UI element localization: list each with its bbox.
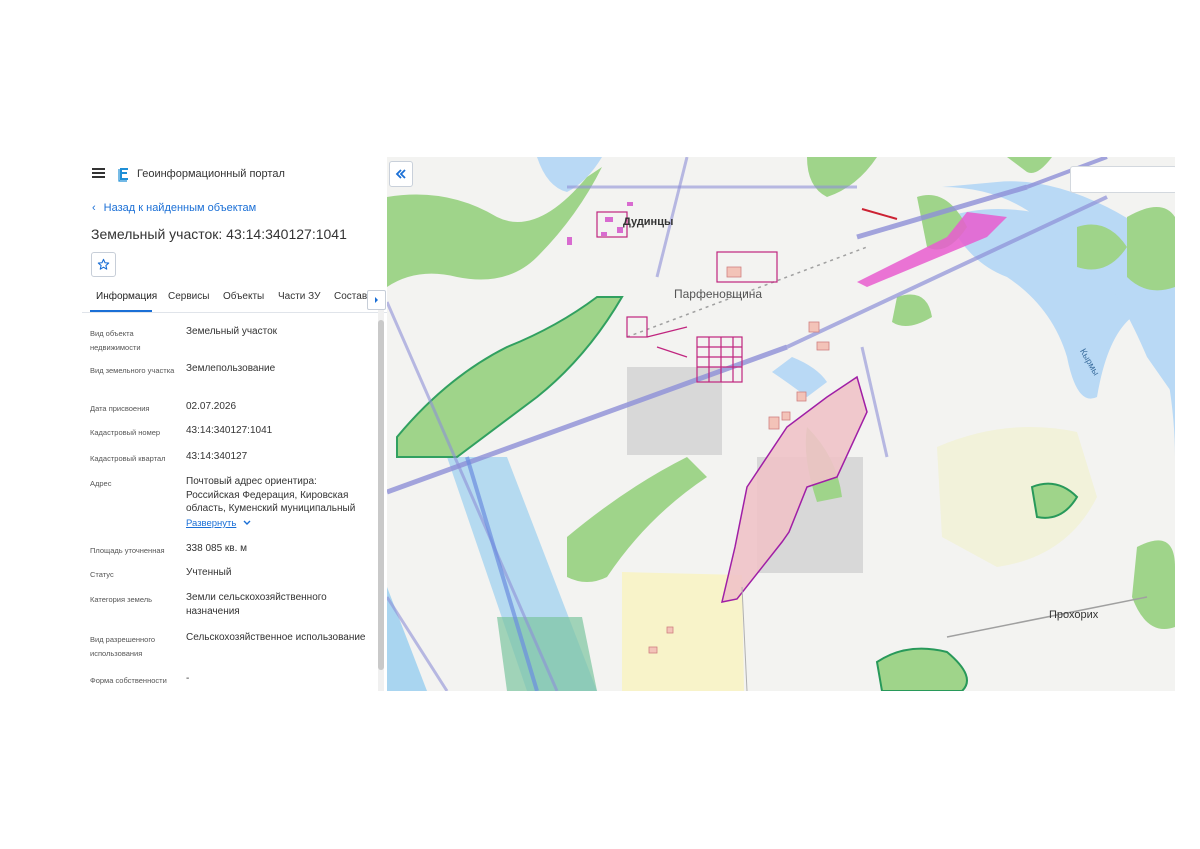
tab-information[interactable]: Информация (96, 291, 157, 302)
scrollbar-thumb[interactable] (378, 320, 384, 670)
tab-parcel-parts[interactable]: Части ЗУ (278, 291, 320, 302)
property-label: Статус (90, 570, 114, 579)
chevron-down-icon (243, 520, 251, 525)
property-value: Сельскохозяйственное использование (186, 632, 366, 643)
property-label: Площадь уточненная (90, 546, 165, 555)
back-to-results-link[interactable]: ‹ Назад к найденным объектам (92, 202, 256, 214)
property-value: - (186, 673, 190, 684)
app-window: Геоинформационный портал ‹ Назад к найден… (82, 157, 1175, 691)
chevron-right-icon (375, 297, 378, 303)
property-value: 02.07.2026 (186, 401, 237, 412)
property-value: Землепользование (186, 363, 276, 374)
star-icon (97, 258, 110, 270)
chevron-left-icon: ‹ (92, 202, 96, 214)
info-panel: Геоинформационный портал ‹ Назад к найден… (82, 157, 387, 691)
property-value: 338 085 кв. м (186, 543, 248, 554)
expand-label: Развернуть (186, 518, 237, 529)
forest-overlap (497, 617, 597, 691)
property-label: Кадастровый номер (90, 428, 161, 437)
property-label: Вид земельного участка (90, 366, 175, 375)
app-title: Геоинформационный портал (137, 168, 285, 180)
property-value: Земли сельскохозяйственного назначения (186, 592, 327, 617)
expand-link[interactable]: Развернуть (186, 517, 371, 531)
property-label: Дата присвоения (90, 404, 150, 413)
tab-composition[interactable]: Состав (334, 291, 367, 302)
tabs-scroll-right-button[interactable] (367, 290, 386, 310)
property-label: Адрес (90, 479, 112, 488)
object-title: Земельный участок: 43:14:340127:1041 (91, 226, 347, 242)
property-value: Учтенный (186, 567, 232, 578)
collapse-panel-button[interactable] (389, 161, 413, 187)
active-tab-indicator (90, 310, 152, 312)
map-label-village: Дудинцы (623, 216, 674, 228)
tab-bar: Информация Сервисы Объекты Части ЗУ Сост… (82, 284, 387, 313)
panel-scrollbar[interactable] (378, 310, 384, 691)
property-value: Земельный участок (186, 326, 278, 337)
map-search-input[interactable] (1070, 166, 1175, 193)
forest-area (1127, 207, 1175, 291)
property-label: Вид разрешенного использования (90, 635, 156, 658)
property-label: Вид объекта недвижимости (90, 329, 141, 352)
property-value: 43:14:340127:1041 (186, 425, 273, 436)
property-value: 43:14:340127 (186, 451, 248, 462)
tab-objects[interactable]: Объекты (223, 291, 264, 302)
double-chevron-left-icon (395, 169, 406, 179)
tab-services[interactable]: Сервисы (168, 291, 209, 302)
portal-logo-icon (118, 168, 128, 182)
property-label: Кадастровый квартал (90, 454, 166, 463)
map-label-village: Парфеновщина (674, 287, 763, 301)
property-label: Форма собственности (90, 676, 167, 685)
map-view[interactable]: Дудинцы Парфеновщина Прохорих Кырмы (387, 157, 1175, 691)
grey-area (627, 367, 722, 455)
property-value: Почтовый адрес ориентира: Российская Фед… (186, 476, 356, 514)
back-label: Назад к найденным объектам (103, 202, 257, 214)
hamburger-icon[interactable] (92, 168, 105, 178)
map-label-village: Прохорих (1049, 609, 1099, 621)
top-bar: Геоинформационный портал (82, 157, 387, 191)
favorite-button[interactable] (91, 252, 116, 277)
property-label: Категория земель (90, 595, 153, 604)
